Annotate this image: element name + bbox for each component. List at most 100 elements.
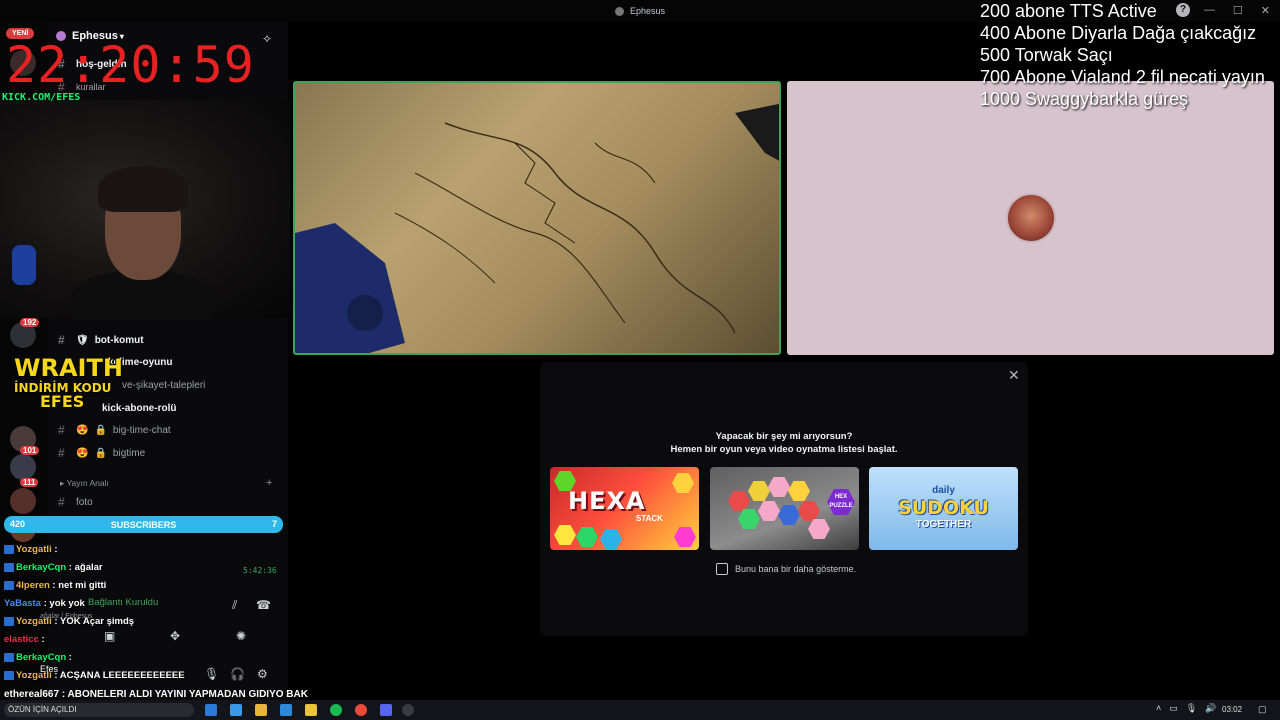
chat-message: BerkayCqn : bbox=[4, 652, 72, 663]
add-channel-icon[interactable]: + bbox=[266, 477, 272, 489]
microphone-icon[interactable]: 🎙 bbox=[204, 667, 219, 681]
sponsor-name: WRAITH bbox=[14, 354, 123, 382]
heart-eyes-icon: 😍 bbox=[76, 447, 89, 459]
channel-label: bot-komut bbox=[94, 334, 144, 346]
heart-eyes-icon: 😍 bbox=[76, 424, 89, 436]
discord-icon[interactable] bbox=[380, 704, 392, 716]
game-card-hexa-stack[interactable]: HEXA STACK bbox=[550, 467, 699, 550]
signal-icon[interactable]: ⫽ bbox=[232, 598, 237, 613]
channel-big-time-chat[interactable]: # 😍 🔒 big-time-chat bbox=[58, 421, 171, 439]
unread-badge: 192 bbox=[20, 318, 40, 327]
category-yayin-anali[interactable]: ▸ Yayın Analı + bbox=[60, 477, 272, 489]
chat-message: Yozgatli : bbox=[4, 544, 58, 555]
store-icon[interactable] bbox=[255, 704, 267, 716]
hex-tile bbox=[600, 529, 622, 549]
streamer-webcam bbox=[0, 100, 290, 320]
server-icon bbox=[614, 6, 624, 16]
sponsor-code: EFES bbox=[40, 392, 85, 411]
unread-badge: 101 bbox=[20, 446, 40, 455]
voice-status-label: Bağlantı Kuruldu bbox=[88, 596, 159, 608]
sudoku-daily-label: daily bbox=[932, 485, 955, 496]
mail-icon[interactable] bbox=[280, 704, 292, 716]
server-icon-4[interactable] bbox=[10, 454, 36, 480]
tray-chevron-icon[interactable]: ˄ bbox=[1156, 703, 1161, 714]
chat-text: : ağalar bbox=[66, 562, 103, 573]
hex-tile bbox=[788, 481, 810, 501]
chrome-icon[interactable] bbox=[355, 704, 367, 716]
edge-icon[interactable] bbox=[205, 704, 217, 716]
folder-icon[interactable] bbox=[305, 704, 317, 716]
chat-badge-icon bbox=[4, 617, 14, 626]
voice-connected-status: Bağlantı Kuruldu bbox=[88, 593, 158, 611]
category-label: Yayın Analı bbox=[66, 478, 109, 488]
chat-badge-icon bbox=[4, 545, 14, 554]
lock-icon: 🔒 bbox=[94, 447, 107, 459]
chat-badge-icon bbox=[4, 671, 14, 680]
channel-bot-komut[interactable]: # 🛡 bot-komut bbox=[58, 331, 144, 349]
channel-sikayet-talepleri[interactable]: ve-şikayet-talepleri bbox=[122, 376, 205, 394]
activity-launcher-panel: ✕ Yapacak bir şey mi arıyorsun? Hemen bi… bbox=[540, 362, 1028, 636]
hex-tile bbox=[674, 527, 696, 547]
headphones-icon[interactable]: 🎧 bbox=[230, 667, 245, 681]
user-avatar bbox=[1006, 193, 1056, 243]
settings-gear-icon[interactable]: ⚙ bbox=[257, 667, 268, 681]
network-icon[interactable]: ▭ bbox=[1169, 703, 1178, 714]
taskbar-clock[interactable]: 03:02 bbox=[1222, 705, 1242, 714]
invite-icon[interactable]: ✧ bbox=[262, 32, 272, 46]
volume-icon[interactable]: 🔊 bbox=[1205, 703, 1216, 714]
dont-show-checkbox[interactable] bbox=[716, 563, 728, 575]
disconnect-icon[interactable]: ☎ bbox=[256, 598, 271, 612]
camera-stream-tile[interactable] bbox=[293, 81, 781, 355]
chat-text: : bbox=[38, 634, 45, 645]
hex-tile bbox=[672, 473, 694, 493]
app-icon[interactable] bbox=[230, 704, 242, 716]
chat-badge-icon bbox=[4, 581, 14, 590]
screen-share-icon[interactable]: ▣ bbox=[104, 629, 115, 643]
webcam-hair bbox=[98, 166, 188, 212]
subscriber-goals-overlay: 200 abone TTS Active 400 Abone Diyarla D… bbox=[980, 0, 1265, 110]
channel-label: bigtime bbox=[112, 447, 146, 459]
dont-show-again-option[interactable]: Bunu bana bir daha gösterme. bbox=[716, 563, 856, 575]
chat-text: : net mi gitti bbox=[49, 580, 107, 591]
taskbar-search[interactable]: ÖZÜN İÇİN AÇILDI bbox=[4, 703, 194, 717]
game-card-hex-puzzle[interactable]: HEX PUZZLE bbox=[710, 467, 859, 550]
lock-icon: 🔒 bbox=[94, 424, 107, 436]
mic-tray-icon[interactable]: 🎙 bbox=[1186, 703, 1197, 714]
chat-text: : bbox=[51, 544, 58, 555]
hex-tile bbox=[798, 501, 820, 521]
hexa-logo: HEXA bbox=[568, 487, 646, 515]
activity-prompt-line2: Hemen bir oyun veya video oynatma listes… bbox=[670, 444, 898, 455]
channel-bigtime[interactable]: # 😍 🔒 bigtime bbox=[58, 444, 145, 462]
hash-icon: # bbox=[58, 446, 65, 460]
soundboard-icon[interactable]: ✺ bbox=[236, 629, 246, 643]
goal-line: 700 Abone Vialand 2 fil necati yayın bbox=[980, 67, 1265, 87]
hex-tile bbox=[768, 477, 790, 497]
chat-message: Yozgatli : ACŞANA LEEEEEEEEEEEE bbox=[4, 670, 185, 681]
chat-user: YaBasta bbox=[4, 598, 41, 609]
spotify-icon[interactable] bbox=[330, 704, 342, 716]
chat-user: Yozgatli bbox=[16, 544, 52, 555]
chat-text: : bbox=[66, 652, 72, 663]
chat-user: BerkayCqn bbox=[16, 562, 67, 573]
chat-message: BerkayCqn : ağalar bbox=[4, 562, 103, 573]
close-icon[interactable]: ✕ bbox=[1008, 367, 1020, 384]
goal-line: 1000 Swaggybarkla güreş bbox=[980, 89, 1189, 109]
stream-channel-url: KICK.COM/EFES bbox=[2, 92, 81, 103]
chat-user: elasticc bbox=[4, 634, 39, 645]
notification-icon[interactable]: ▢ bbox=[1258, 704, 1267, 715]
activity-icon[interactable]: ✥ bbox=[170, 629, 180, 643]
subscribers-progress-bar: 420 SUBSCRIBERS 7 bbox=[4, 516, 283, 533]
chat-highlight-message: ethereal667 : ABONELERI ALDI YAYINI YAPM… bbox=[4, 689, 308, 700]
game-card-sudoku-together[interactable]: daily SUDOKU TOGETHER bbox=[869, 467, 1018, 550]
channel-label: big-time-chat bbox=[112, 424, 171, 436]
hash-icon: # bbox=[58, 333, 65, 347]
channel-label: foto bbox=[76, 496, 93, 508]
goal-line: 400 Abone Diyarla Dağa çıakcağız bbox=[980, 23, 1257, 43]
shield-icon: 🛡 bbox=[76, 334, 89, 346]
channel-foto[interactable]: # foto bbox=[58, 493, 93, 511]
server-icon-5[interactable] bbox=[10, 488, 36, 514]
hash-icon: # bbox=[58, 423, 65, 437]
obs-icon[interactable] bbox=[402, 704, 414, 716]
chat-text: : YOK Açar şimdş bbox=[51, 616, 135, 627]
chat-message: YaBasta : yok yok bbox=[4, 598, 85, 609]
